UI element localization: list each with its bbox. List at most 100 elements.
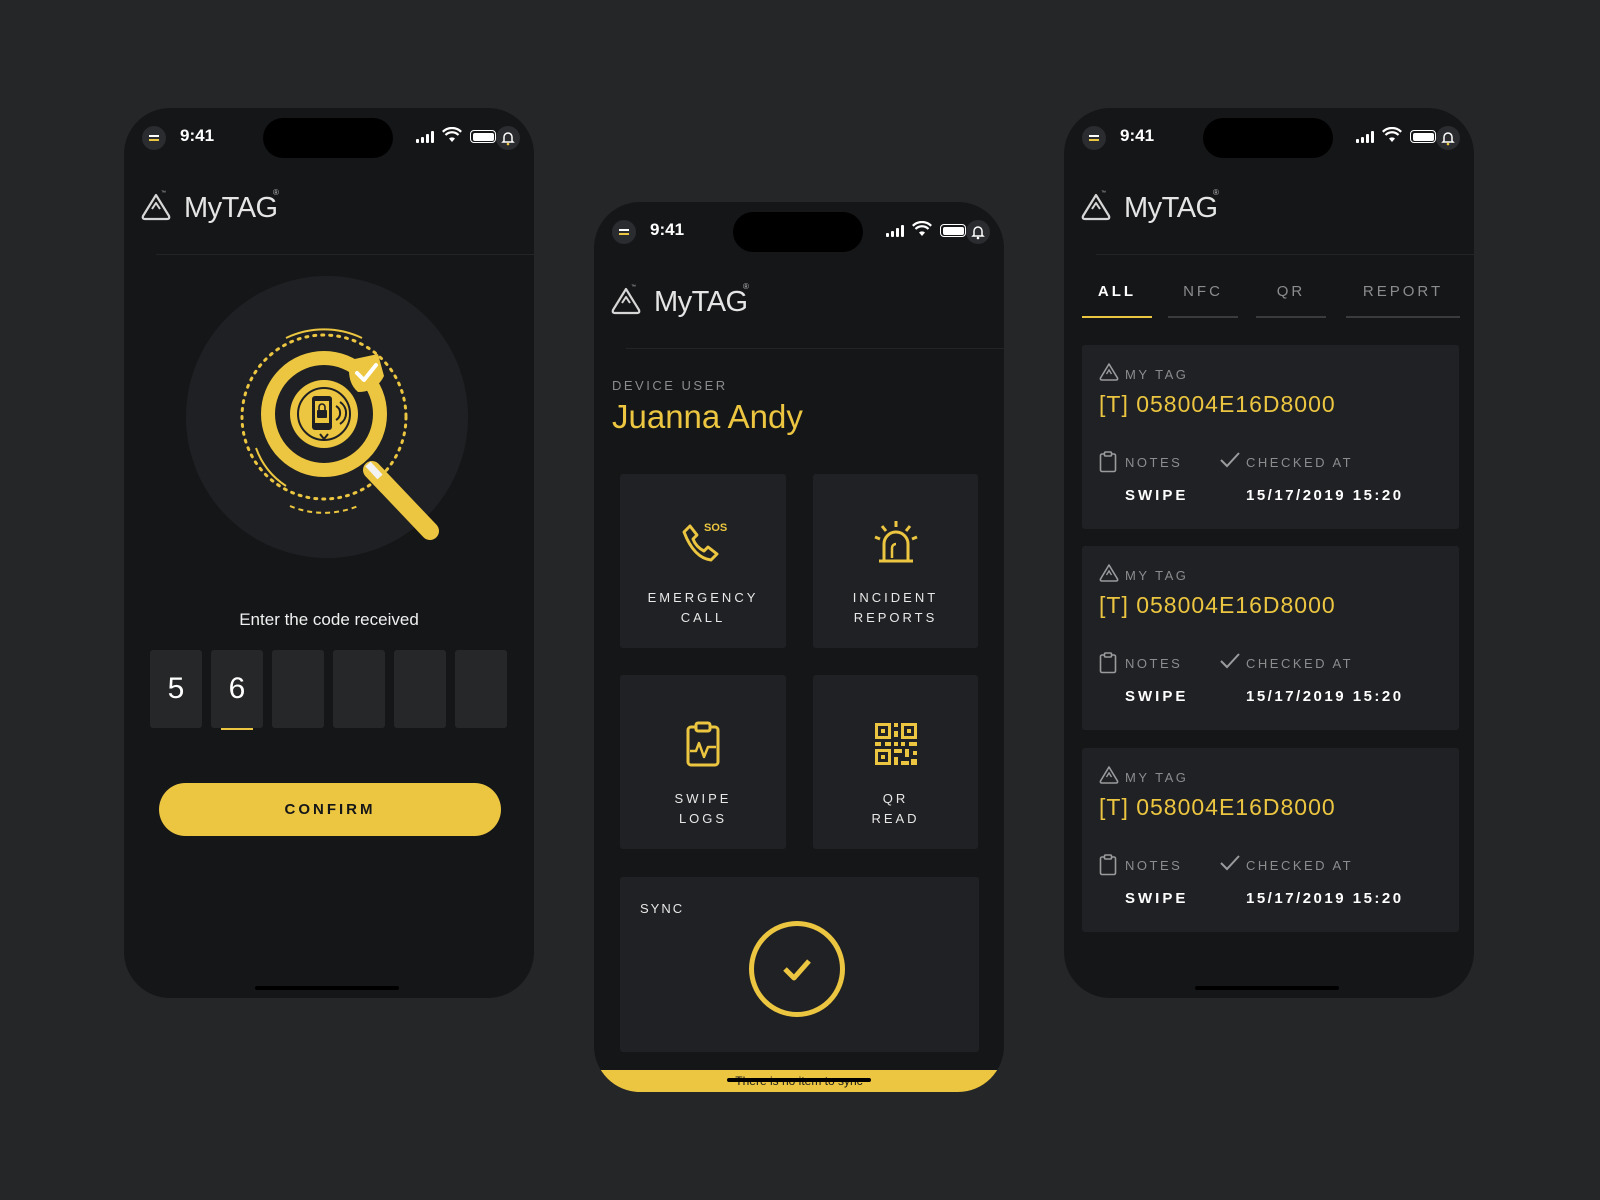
checked-at-label: CHECKED AT (1246, 656, 1354, 671)
clipboard-icon (1099, 652, 1117, 674)
checked-at-label: CHECKED AT (1246, 455, 1354, 470)
header-divider (156, 254, 534, 255)
status-time: 9:41 (650, 220, 685, 239)
device-user-name: Juanna Andy (612, 398, 803, 435)
tag-id: [T] 058004E16D8000 (1099, 794, 1336, 820)
status-bar: 9:41 (594, 202, 1004, 266)
tile-swipe-logs[interactable]: SWIPE LOGS (620, 675, 786, 849)
tag-label: MY TAG (1125, 568, 1189, 583)
menu-icon[interactable] (1082, 126, 1106, 150)
battery-icon (470, 130, 496, 143)
tile-incident-reports[interactable]: INCIDENT REPORTS (813, 474, 978, 648)
checked-at-label: CHECKED AT (1246, 858, 1354, 873)
home-indicator (727, 1078, 871, 1082)
wifi-icon (912, 221, 932, 236)
header-divider (1096, 254, 1474, 255)
menu-icon[interactable] (142, 126, 166, 150)
clipboard-icon (1099, 854, 1117, 876)
qr-code-icon (875, 723, 917, 765)
notes-label: NOTES (1125, 656, 1183, 671)
tab-all[interactable]: ALL (1082, 278, 1152, 318)
tag-icon (1099, 564, 1119, 582)
menu-icon[interactable] (612, 220, 636, 244)
tile-emergency-call[interactable]: SOS EMERGENCY CALL (620, 474, 786, 648)
code-digit-4[interactable] (333, 650, 385, 728)
check-icon (1220, 653, 1240, 669)
home-indicator (1195, 986, 1339, 990)
bell-icon[interactable] (966, 220, 990, 244)
checked-at-value: 15/17/2019 15:20 (1246, 487, 1404, 504)
sync-label: SYNC (640, 901, 685, 916)
confirm-button[interactable]: CONFIRM (159, 783, 501, 836)
home-indicator (255, 986, 399, 990)
bell-icon[interactable] (496, 126, 520, 150)
brand-registered: ® (273, 188, 279, 197)
sync-check-icon[interactable] (749, 921, 845, 1017)
check-icon (1220, 855, 1240, 871)
tag-label: MY TAG (1125, 367, 1189, 382)
checked-at-value: 15/17/2019 15:20 (1246, 890, 1404, 907)
brand-registered: ® (743, 282, 749, 291)
tab-nfc[interactable]: NFC (1168, 278, 1238, 318)
tab-report[interactable]: REPORT (1346, 278, 1460, 318)
signal-icon (416, 131, 436, 143)
wifi-icon (1382, 127, 1402, 142)
dynamic-island (733, 212, 863, 252)
filter-tabs: ALL NFC QR REPORT (1082, 278, 1460, 318)
signal-icon (886, 225, 906, 237)
tile-label: SWIPE LOGS (674, 791, 732, 826)
checked-at-value: 15/17/2019 15:20 (1246, 688, 1404, 705)
code-digit-2[interactable]: 6 (211, 650, 263, 730)
sos-phone-icon: SOS (682, 522, 727, 562)
tile-qr-read[interactable]: QR READ (813, 675, 978, 849)
notes-value: SWIPE (1125, 487, 1189, 504)
notes-label: NOTES (1125, 858, 1183, 873)
status-bar: 9:41 (124, 108, 534, 172)
code-digit-3[interactable] (272, 650, 324, 728)
phone-home-screen: 9:41 ™ MyTAG ® DEVICE USER Juanna Andy S… (594, 202, 1004, 1092)
notes-value: SWIPE (1125, 688, 1189, 705)
brand-registered: ® (1213, 188, 1219, 197)
tile-label: EMERGENCY CALL (647, 590, 759, 625)
header-divider (626, 348, 1004, 349)
code-digit-1[interactable]: 5 (150, 650, 202, 728)
notes-value: SWIPE (1125, 890, 1189, 907)
clipboard-pulse-icon (686, 721, 720, 767)
battery-icon (1410, 130, 1436, 143)
mytag-logo-icon (1081, 193, 1111, 221)
tag-label: MY TAG (1125, 770, 1189, 785)
log-entry[interactable]: MY TAG [T] 058004E16D8000 NOTES CHECKED … (1082, 345, 1459, 529)
mytag-logo-icon (141, 193, 171, 221)
battery-icon (940, 224, 966, 237)
tag-id: [T] 058004E16D8000 (1099, 391, 1336, 417)
tag-icon (1099, 363, 1119, 381)
sync-card[interactable]: SYNC (620, 877, 979, 1052)
log-entry[interactable]: MY TAG [T] 058004E16D8000 NOTES CHECKED … (1082, 546, 1459, 730)
code-digit-5[interactable] (394, 650, 446, 728)
phone-logs-screen: 9:41 ™ MyTAG ® ALL NFC QR REPORT MY TAG … (1064, 108, 1474, 998)
status-time: 9:41 (1120, 126, 1155, 145)
mytag-logo-icon (611, 287, 641, 315)
wifi-icon (442, 127, 462, 142)
tab-qr[interactable]: QR (1256, 278, 1326, 318)
code-digit-6[interactable] (455, 650, 507, 728)
check-icon (1220, 452, 1240, 468)
brand-name: MyTAG (654, 286, 748, 318)
tile-label: INCIDENT REPORTS (852, 590, 939, 625)
log-entry[interactable]: MY TAG [T] 058004E16D8000 NOTES CHECKED … (1082, 748, 1459, 932)
device-user-label: DEVICE USER (612, 378, 728, 393)
clipboard-icon (1099, 451, 1117, 473)
tag-icon (1099, 766, 1119, 784)
bell-icon[interactable] (1436, 126, 1460, 150)
brand-trademark: ™ (161, 190, 166, 196)
siren-icon (874, 521, 918, 563)
tile-label: QR READ (871, 791, 920, 826)
signal-icon (1356, 131, 1376, 143)
phone-verify-screen: 9:41 ™ MyTAG ® Enter the code received 5… (124, 108, 534, 998)
code-prompt: Enter the code received (239, 610, 419, 629)
dynamic-island (1203, 118, 1333, 158)
notes-label: NOTES (1125, 455, 1183, 470)
dynamic-island (263, 118, 393, 158)
brand-name: MyTAG (184, 192, 278, 224)
brand-trademark: ™ (631, 284, 636, 290)
